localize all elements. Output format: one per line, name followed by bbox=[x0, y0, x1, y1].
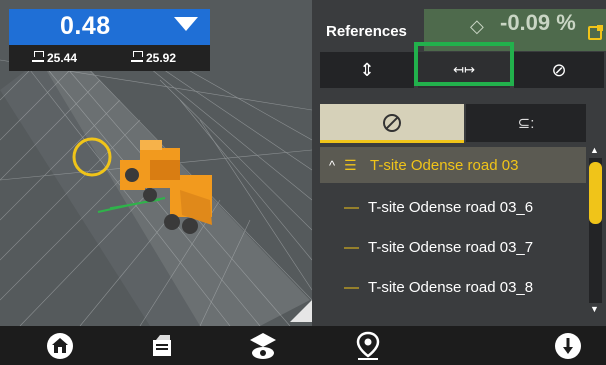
tab-no-reference[interactable] bbox=[320, 104, 464, 142]
line-reference-icon: — bbox=[344, 198, 359, 216]
left-blade-icon bbox=[32, 51, 44, 62]
home-icon bbox=[47, 333, 73, 359]
reports-button[interactable] bbox=[142, 328, 182, 364]
vertical-reference-button[interactable]: ⇕ bbox=[320, 52, 414, 88]
panel-title: References bbox=[326, 23, 407, 40]
list-item[interactable]: — T-site Odense road 03_6 bbox=[320, 189, 586, 225]
right-blade-icon bbox=[131, 51, 143, 62]
slope-reference-button[interactable]: ⊘ bbox=[514, 52, 604, 88]
list-item-label: T-site Odense road 03_7 bbox=[368, 238, 534, 256]
chevron-down-icon[interactable] bbox=[174, 17, 198, 31]
home-button[interactable] bbox=[40, 328, 80, 364]
elevation-value: 0.48 bbox=[60, 12, 111, 40]
layers-icon: ☰ bbox=[344, 156, 357, 173]
vertical-reference-icon: ⇕ bbox=[359, 59, 375, 80]
scrollbar-thumb[interactable] bbox=[589, 162, 602, 224]
right-blade-value: 25.92 bbox=[146, 51, 177, 65]
bottom-nav bbox=[0, 326, 606, 365]
scroll-up-icon[interactable]: ▲ bbox=[590, 145, 599, 155]
list-item-label: T-site Odense road 03 bbox=[370, 156, 519, 174]
active-tab-indicator bbox=[320, 140, 464, 143]
list-item-label: T-site Odense road 03_8 bbox=[368, 278, 534, 296]
right-blade-elevation: 25.92 bbox=[131, 51, 176, 65]
deviation-value: -0.09 % bbox=[500, 10, 576, 35]
info-button[interactable] bbox=[548, 328, 588, 364]
info-alert-icon bbox=[555, 333, 581, 359]
list-item[interactable]: — T-site Odense road 03_8 bbox=[320, 269, 586, 305]
reference-list: ^ ☰ T-site Odense road 03 — T-site Odens… bbox=[320, 145, 586, 325]
popout-icon[interactable] bbox=[588, 25, 603, 40]
list-item[interactable]: — T-site Odense road 03_7 bbox=[320, 229, 586, 265]
line-reference-icon: — bbox=[344, 278, 359, 296]
left-blade-value: 25.44 bbox=[47, 51, 78, 65]
line-reference-icon: — bbox=[344, 238, 359, 256]
slope-icon: ◇ bbox=[470, 16, 484, 36]
slope-reference-icon: ⊘ bbox=[551, 59, 567, 80]
scroll-down-icon[interactable]: ▼ bbox=[590, 304, 599, 314]
magnet-reference-icon: ⊆: bbox=[517, 115, 535, 132]
tab-magnet-reference[interactable]: ⊆: bbox=[466, 104, 586, 142]
no-reference-icon bbox=[383, 114, 401, 132]
location-pin-icon bbox=[356, 331, 380, 360]
view-button[interactable] bbox=[243, 328, 283, 364]
reports-icon bbox=[153, 335, 171, 356]
selection-highlight bbox=[414, 42, 514, 86]
list-item-label: T-site Odense road 03_6 bbox=[368, 198, 534, 216]
location-button[interactable] bbox=[348, 328, 388, 364]
list-item[interactable]: ^ ☰ T-site Odense road 03 bbox=[320, 147, 586, 183]
view-eye-icon bbox=[250, 333, 276, 359]
left-blade-elevation: 25.44 bbox=[32, 51, 77, 65]
chevron-up-icon[interactable]: ^ bbox=[320, 158, 344, 173]
